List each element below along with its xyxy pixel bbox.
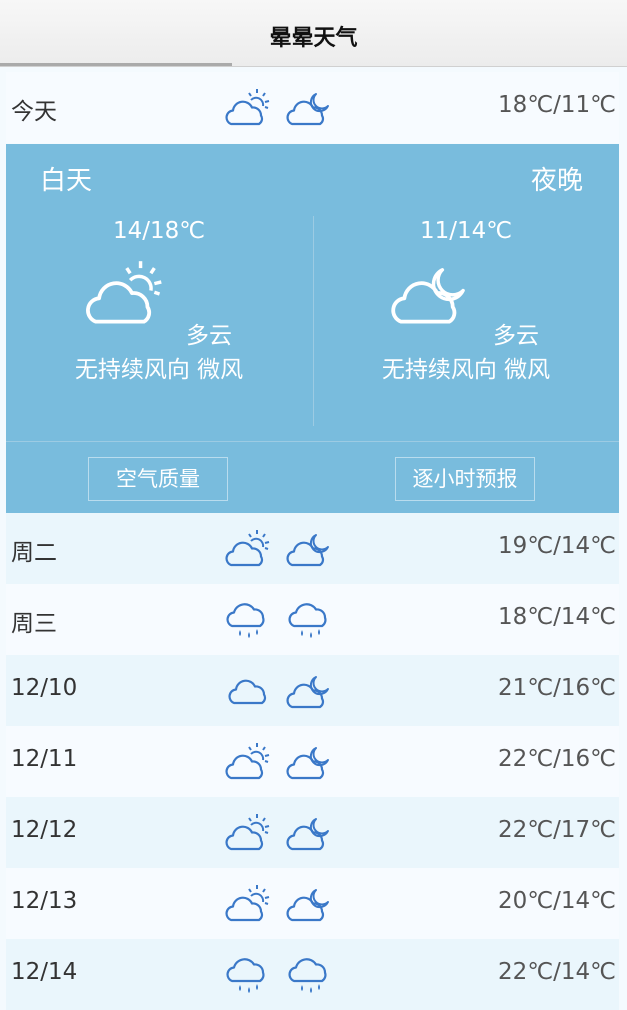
- partly-cloudy-night-icon: [286, 740, 334, 784]
- forecast-date: 周三: [11, 611, 57, 637]
- today-detail-panel: 白天 夜晚 14/18℃ 多云 无持续风向 微风 11/14℃ 多云 无持续风向…: [6, 144, 619, 513]
- forecast-row[interactable]: 周三 18℃/14℃: [6, 584, 619, 655]
- forecast-temp: 19℃/14℃: [498, 533, 616, 559]
- forecast-date: 12/10: [11, 675, 78, 701]
- forecast-row[interactable]: 12/13 20℃/14℃: [6, 868, 619, 939]
- partly-cloudy-day-icon: [224, 527, 272, 571]
- rain-icon: [224, 598, 272, 642]
- partly-cloudy-day-icon: [80, 256, 170, 332]
- forecast-row[interactable]: 12/12 22℃/17℃: [6, 797, 619, 868]
- night-condition: 多云: [493, 323, 539, 349]
- rain-icon: [286, 953, 334, 997]
- today-temp: 18℃/11℃: [498, 92, 616, 118]
- day-condition: 多云: [186, 323, 232, 349]
- forecast-temp: 22℃/14℃: [498, 959, 616, 985]
- partly-cloudy-night-icon: [286, 882, 334, 926]
- loading-progress-bar: [0, 63, 232, 66]
- forecast-date: 12/14: [11, 959, 78, 985]
- rain-icon: [286, 598, 334, 642]
- partly-cloudy-day-icon: [224, 882, 272, 926]
- forecast-row[interactable]: 周二 19℃/14℃: [6, 513, 619, 584]
- partly-cloudy-night-icon: [286, 811, 334, 855]
- forecast-row[interactable]: 12/14 22℃/14℃: [6, 939, 619, 1010]
- day-wind: 无持续风向 微风: [74, 357, 244, 383]
- panel-divider: [6, 441, 619, 442]
- app-header: 晕晕天气: [0, 0, 627, 67]
- day-column: 14/18℃ 多云 无持续风向 微风: [6, 216, 312, 426]
- rain-icon: [224, 953, 272, 997]
- forecast-date: 12/12: [11, 817, 78, 843]
- forecast-temp: 22℃/16℃: [498, 746, 616, 772]
- forecast-row[interactable]: 12/11 22℃/16℃: [6, 726, 619, 797]
- today-row[interactable]: 今天 18℃/11℃: [6, 72, 619, 143]
- app-title: 晕晕天气: [269, 26, 358, 51]
- cloudy-icon: [224, 669, 272, 713]
- forecast-temp: 20℃/14℃: [498, 888, 616, 914]
- partly-cloudy-night-icon: [286, 669, 334, 713]
- day-label: 白天: [40, 166, 93, 196]
- forecast-row[interactable]: 12/10 21℃/16℃: [6, 655, 619, 726]
- forecast-date: 12/13: [11, 888, 78, 914]
- forecast-temp: 18℃/14℃: [498, 604, 616, 630]
- partly-cloudy-night-icon: [286, 527, 334, 571]
- partly-cloudy-day-icon: [224, 740, 272, 784]
- night-temp: 11/14℃: [419, 218, 513, 244]
- day-temp: 14/18℃: [112, 218, 206, 244]
- night-column: 11/14℃ 多云 无持续风向 微风: [313, 216, 619, 426]
- partly-cloudy-day-icon: [224, 811, 272, 855]
- forecast-date: 周二: [11, 540, 57, 566]
- night-label: 夜晚: [530, 166, 583, 196]
- forecast-temp: 21℃/16℃: [498, 675, 616, 701]
- air-quality-button[interactable]: 空气质量: [88, 457, 228, 501]
- partly-cloudy-night-icon: [286, 86, 334, 130]
- hourly-forecast-button[interactable]: 逐小时预报: [395, 457, 535, 501]
- forecast-date: 12/11: [11, 746, 78, 772]
- today-date: 今天: [11, 99, 57, 125]
- forecast-temp: 22℃/17℃: [498, 817, 616, 843]
- partly-cloudy-night-icon: [387, 256, 477, 332]
- night-wind: 无持续风向 微风: [381, 357, 551, 383]
- partly-cloudy-day-icon: [224, 86, 272, 130]
